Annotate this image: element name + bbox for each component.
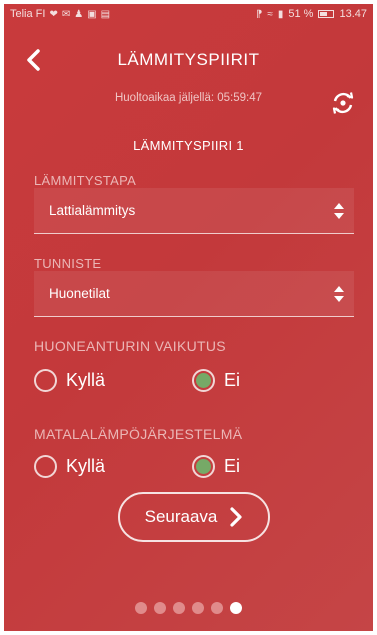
heart-icon: ❤: [49, 8, 58, 20]
low-temp-radio-group: Kyllä Ei: [34, 451, 334, 481]
chevron-right-icon: [230, 507, 242, 527]
radio-label: Ei: [224, 455, 241, 476]
service-time-remaining: Huoltoaikaa jäljellä: 05:59:47: [114, 92, 263, 104]
wifi-icon: ≈: [267, 8, 273, 20]
room-sensor-no-option[interactable]: Ei: [192, 365, 240, 395]
low-temp-no-option[interactable]: Ei: [192, 451, 240, 481]
radio-unchecked-icon: [34, 368, 57, 392]
facebook-icon: ▣: [87, 8, 97, 20]
low-temp-yes-option[interactable]: Kyllä: [34, 451, 105, 481]
screen: Telia FI ❤ ✉ ♟ ▣ ▤ ⁋ ≈ ▮ 51 % 13.47 LÄMM…: [4, 4, 373, 631]
page-dot: [192, 602, 204, 614]
status-left: Telia FI ❤ ✉ ♟ ▣ ▤: [10, 8, 110, 20]
room-sensor-radio-group: Kyllä Ei: [34, 365, 334, 395]
identifier-select[interactable]: Huonetilat: [34, 271, 354, 317]
room-sensor-yes-option[interactable]: Kyllä: [34, 365, 105, 395]
person-icon: ♟: [74, 8, 84, 20]
status-right: ⁋ ≈ ▮ 51 % 13.47: [256, 8, 367, 20]
signal-icon: ▮: [277, 8, 284, 20]
page-indicator: [4, 602, 373, 614]
radio-label: Ei: [224, 369, 241, 390]
select-arrows-icon: [334, 286, 344, 302]
low-temp-label: MATALALÄMPÖJÄRJESTELMÄ: [34, 426, 243, 442]
sync-button[interactable]: [330, 90, 356, 116]
page-dot-active: [230, 602, 242, 614]
next-button[interactable]: Seuraava: [118, 492, 270, 542]
identifier-label: TUNNISTE: [34, 256, 102, 271]
battery-percent: 51 %: [288, 8, 314, 20]
room-sensor-label: HUONEANTURIN VAIKUTUS: [34, 338, 226, 354]
radio-checked-icon: [192, 368, 215, 392]
radio-unchecked-icon: [34, 454, 57, 478]
page-dot: [135, 602, 147, 614]
sync-icon: [332, 92, 354, 114]
select-arrows-icon: [334, 203, 344, 219]
carrier-name: Telia FI: [10, 8, 46, 20]
gallery-icon: ▤: [100, 8, 111, 20]
bluetooth-icon: ⁋: [256, 8, 263, 20]
battery-icon: [318, 10, 335, 18]
identifier-value: Huonetilat: [49, 286, 110, 301]
clock: 13.47: [339, 8, 367, 20]
heating-method-label: LÄMMITYSTAPA: [34, 173, 137, 188]
radio-label: Kyllä: [66, 369, 106, 390]
heating-method-value: Lattialämmitys: [49, 203, 136, 218]
page-dot: [154, 602, 166, 614]
radio-checked-icon: [192, 454, 215, 478]
page-dot: [173, 602, 185, 614]
radio-label: Kyllä: [66, 455, 106, 476]
mail-icon: ✉: [61, 8, 71, 20]
next-button-label: Seuraava: [144, 507, 218, 526]
page-dot: [211, 602, 223, 614]
page-title: LÄMMITYSPIIRIT: [117, 50, 260, 69]
circuit-title: LÄMMITYSPIIRI 1: [133, 138, 244, 153]
heating-method-select[interactable]: Lattialämmitys: [34, 188, 354, 234]
status-bar: Telia FI ❤ ✉ ♟ ▣ ▤ ⁋ ≈ ▮ 51 % 13.47: [4, 4, 373, 24]
